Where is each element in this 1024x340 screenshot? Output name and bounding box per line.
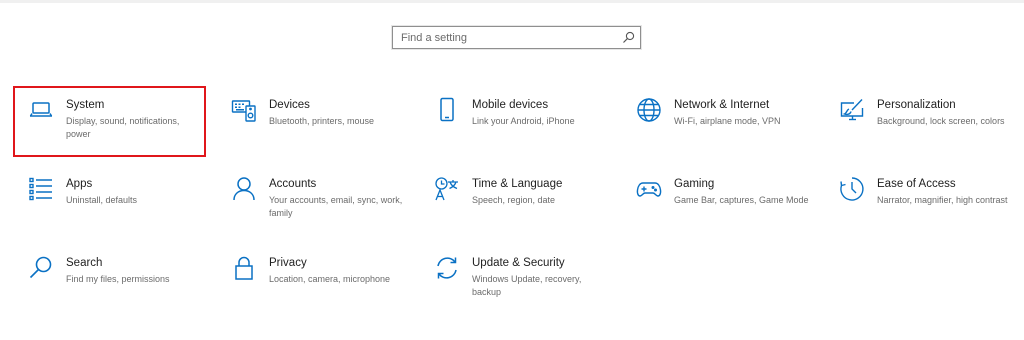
tile-title: Search xyxy=(66,257,103,269)
tile-update-security[interactable]: Update & Security Windows Update, recove… xyxy=(420,244,614,312)
time-language-icon xyxy=(434,176,460,202)
tile-title: Devices xyxy=(269,99,310,111)
search-icon[interactable] xyxy=(622,31,635,44)
paintbrush-monitor-icon xyxy=(839,97,865,123)
tile-description: Bluetooth, printers, mouse xyxy=(269,116,375,126)
tile-title: Time & Language xyxy=(472,178,563,190)
gamepad-icon xyxy=(636,176,662,202)
tile-accounts[interactable]: Accounts Your accounts, email, sync, wor… xyxy=(217,165,411,233)
tile-devices[interactable]: Devices Bluetooth, printers, mouse xyxy=(217,86,411,154)
tile-title: Gaming xyxy=(674,178,715,190)
tile-time-language[interactable]: Time & Language Speech, region, date xyxy=(420,165,614,233)
tile-title: Mobile devices xyxy=(472,99,549,111)
tile-title: Update & Security xyxy=(472,257,565,269)
tile-description: Game Bar, captures, Game Mode xyxy=(674,195,809,205)
tile-privacy[interactable]: Privacy Location, camera, microphone xyxy=(217,244,411,312)
tile-description: Link your Android, iPhone xyxy=(472,116,575,126)
ease-of-access-icon xyxy=(839,176,865,202)
tile-title: Privacy xyxy=(269,257,307,269)
tile-title: Network & Internet xyxy=(674,99,770,111)
tile-description: Find my files, permissions xyxy=(66,274,170,284)
tile-description: Speech, region, date xyxy=(472,195,556,205)
tile-description: Background, lock screen, colors xyxy=(877,116,1005,126)
sync-arrows-icon xyxy=(434,255,460,281)
globe-icon xyxy=(636,97,662,123)
tile-ease-of-access[interactable]: Ease of Access Narrator, magnifier, high… xyxy=(825,165,1019,233)
window-top-edge xyxy=(0,0,1024,3)
tile-title: Accounts xyxy=(269,178,317,190)
tile-network-internet[interactable]: Network & Internet Wi-Fi, airplane mode,… xyxy=(622,86,816,154)
tile-personalization[interactable]: Personalization Background, lock screen,… xyxy=(825,86,1019,154)
search-box[interactable] xyxy=(392,26,641,49)
tile-description: Wi-Fi, airplane mode, VPN xyxy=(674,116,781,126)
tile-description: Location, camera, microphone xyxy=(269,274,391,284)
tile-description: Your accounts, email, sync, work, family xyxy=(269,195,403,218)
tile-description: Narrator, magnifier, high contrast xyxy=(877,195,1008,205)
lock-icon xyxy=(231,255,257,281)
magnifier-icon xyxy=(28,255,54,281)
phone-icon xyxy=(434,97,460,123)
system-highlight-box xyxy=(13,86,206,157)
tile-apps[interactable]: Apps Uninstall, defaults xyxy=(14,165,208,233)
tile-description: Uninstall, defaults xyxy=(66,195,138,205)
keyboard-speaker-icon xyxy=(231,97,257,123)
tile-title: Ease of Access xyxy=(877,178,956,190)
tile-gaming[interactable]: Gaming Game Bar, captures, Game Mode xyxy=(622,165,816,233)
search-input[interactable] xyxy=(393,27,625,48)
person-icon xyxy=(231,176,257,202)
tile-search[interactable]: Search Find my files, permissions xyxy=(14,244,208,312)
tile-description: Windows Update, recovery, backup xyxy=(472,274,582,297)
tile-title: Personalization xyxy=(877,99,956,111)
apps-list-icon xyxy=(28,176,54,202)
tile-title: Apps xyxy=(66,178,93,190)
tile-mobile-devices[interactable]: Mobile devices Link your Android, iPhone xyxy=(420,86,614,154)
